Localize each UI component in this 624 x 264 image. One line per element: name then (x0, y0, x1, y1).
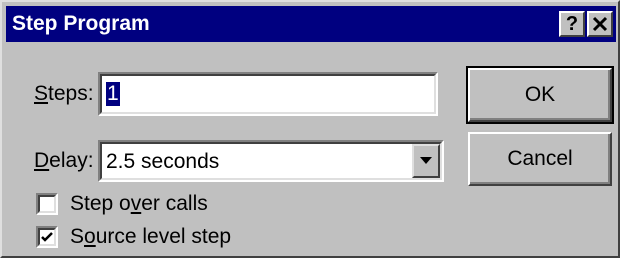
steps-label: Steps: (34, 82, 94, 105)
step-over-calls-checkbox[interactable] (36, 193, 58, 215)
help-icon: ? (565, 13, 579, 35)
source-level-step-label[interactable]: Source level step (70, 225, 231, 249)
checkmark-icon (41, 232, 53, 242)
title-bar[interactable]: Step Program ? (6, 6, 616, 42)
step-program-dialog: Step Program ? Steps: 1 Delay: 2.5 secon… (0, 0, 620, 258)
steps-value: 1 (106, 82, 120, 106)
delay-dropdown-button[interactable] (412, 144, 440, 178)
ok-button[interactable]: OK (466, 66, 614, 124)
cancel-button[interactable]: Cancel (468, 132, 612, 186)
help-button[interactable]: ? (559, 11, 585, 37)
close-icon (592, 16, 608, 32)
window-title: Step Program (12, 12, 150, 35)
delay-select[interactable]: 2.5 seconds (98, 140, 444, 182)
chevron-down-icon (420, 157, 432, 164)
delay-label: Delay: (34, 149, 94, 172)
source-level-step-checkbox[interactable] (36, 226, 58, 248)
close-button[interactable] (587, 11, 613, 37)
delay-selected-value: 2.5 seconds (106, 150, 220, 173)
step-over-calls-label[interactable]: Step over calls (70, 192, 208, 216)
steps-input[interactable]: 1 (98, 72, 438, 116)
